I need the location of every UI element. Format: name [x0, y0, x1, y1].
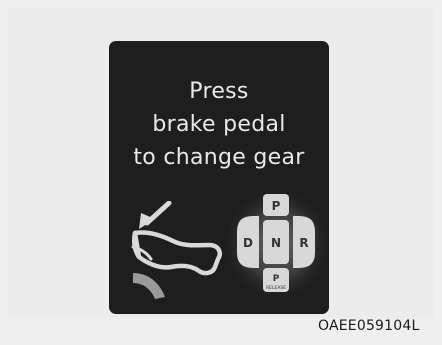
gear-button-p-release: P	[273, 274, 280, 284]
gear-button-r: R	[299, 236, 308, 250]
message-line-1: Press	[189, 79, 249, 104]
figure-code: OAEE059104L	[318, 318, 420, 334]
press-arrow-icon	[139, 201, 172, 229]
message-line-2: brake pedal	[152, 112, 286, 137]
gear-button-p: P	[272, 199, 281, 213]
foot-on-brake-pedal-icon	[131, 201, 222, 299]
cluster-display: Press brake pedal to change gear P D N R…	[109, 41, 329, 314]
gear-button-n: N	[271, 236, 281, 250]
message-line-3: to change gear	[133, 145, 305, 170]
gear-button-d: D	[243, 236, 253, 250]
release-label: RELEASE	[266, 285, 286, 291]
gear-shift-buttons-icon: P D N R P RELEASE	[227, 192, 327, 296]
